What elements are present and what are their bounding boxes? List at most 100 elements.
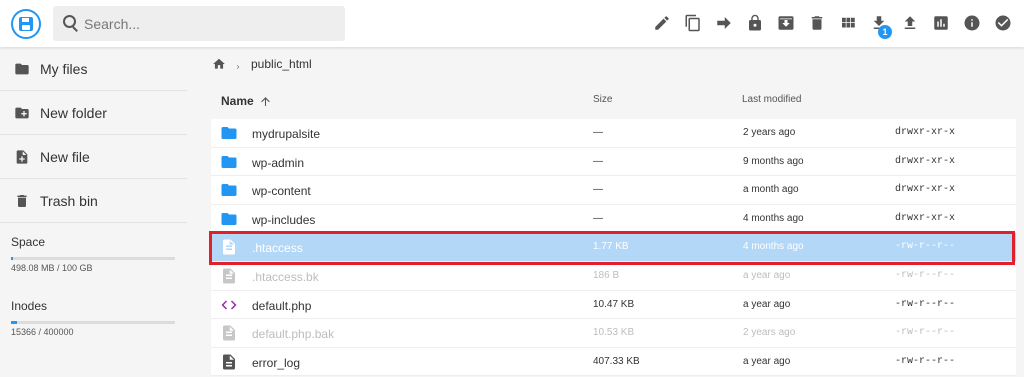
archive-icon[interactable]: [770, 11, 801, 35]
file-size: —: [593, 212, 603, 224]
file-permissions: -rw-r--r--: [895, 298, 956, 310]
inodes-title: Inodes: [11, 299, 48, 313]
file-name: wp-content: [252, 184, 311, 199]
document-icon: [219, 353, 239, 371]
toolbar: 1: [646, 11, 1018, 39]
sidebar-item-new-file[interactable]: New file: [0, 135, 187, 179]
file-size: —: [593, 127, 603, 138]
space-usage: Space 498.08 MB / 100 GB: [0, 223, 187, 287]
sidebar-item-label: My files: [40, 60, 88, 77]
file-list-header: Name Size Last modified: [212, 84, 1016, 118]
file-row[interactable]: wp-admin — 9 months ago drwxr-xr-x: [211, 147, 1016, 177]
sidebar-item-my-files[interactable]: My files: [0, 47, 187, 91]
file-modified: a month ago: [743, 184, 799, 196]
file-permissions: drwxr-xr-x: [895, 155, 956, 167]
breadcrumb: public_html: [212, 55, 312, 73]
file-row[interactable]: wp-includes — 4 months ago drwxr-xr-x: [211, 204, 1016, 234]
file-modified: a year ago: [743, 269, 791, 281]
home-icon[interactable]: [212, 57, 226, 71]
file-icon: [219, 267, 239, 285]
folder-icon: [219, 124, 239, 142]
file-size: —: [593, 184, 603, 196]
folder-icon: [219, 210, 239, 228]
file-name: wp-includes: [252, 212, 316, 227]
file-size: —: [593, 155, 603, 167]
file-permissions: drwxr-xr-x: [895, 184, 956, 196]
file-row[interactable]: error_log 407.33 KB a year ago -rw-r--r--: [211, 347, 1016, 377]
file-row[interactable]: mydrupalsite — 2 years ago drwxr-xr-x: [211, 119, 1016, 148]
space-bar: [11, 257, 175, 260]
upload-icon[interactable]: [894, 11, 925, 35]
info-icon[interactable]: [956, 11, 987, 35]
file-size: 407.33 KB: [593, 355, 640, 367]
file-permissions: -rw-r--r--: [895, 355, 956, 367]
code-icon: [219, 296, 239, 314]
file-name: .htaccess.bk: [252, 269, 319, 284]
delete-icon[interactable]: [801, 11, 832, 35]
breadcrumb-current[interactable]: public_html: [251, 57, 312, 71]
trash-icon: [17, 194, 27, 207]
sidebar-item-label: New file: [40, 148, 90, 165]
file-size: 10.47 KB: [593, 298, 635, 310]
sidebar-item-label: New folder: [40, 104, 107, 121]
space-bar-fill: [11, 257, 14, 260]
app-logo-icon[interactable]: [11, 9, 41, 39]
chevron-right-icon: [234, 60, 242, 69]
file-modified: 4 months ago: [743, 241, 804, 253]
file-size: 10.53 KB: [593, 327, 635, 339]
file-row[interactable]: default.php.bak 10.53 KB 2 years ago -rw-r-…: [211, 319, 1016, 348]
file-row[interactable]: .htaccess 1.77 KB 4 months ago -rw-r--r--: [211, 233, 1016, 262]
download-icon[interactable]: 1: [863, 11, 894, 39]
file-modified: 4 months ago: [743, 212, 804, 224]
file-permissions: drwxr-xr-x: [895, 212, 956, 224]
file-row[interactable]: default.php 10.47 KB a year ago -rw-r--r--: [211, 290, 1016, 320]
file-list: mydrupalsite —2 years ago drwxr-xr-x wp-adm…: [211, 119, 1016, 377]
folder-plus-icon: [15, 107, 29, 118]
file-icon: [219, 238, 239, 256]
file-permissions: -rw-r--r--: [895, 269, 956, 281]
grid-icon[interactable]: [832, 11, 863, 35]
search-icon: [63, 15, 79, 31]
file-row[interactable]: wp-content — a month ago drwxr-xr-x: [211, 176, 1016, 205]
file-name: error_log: [252, 355, 301, 370]
lock-icon[interactable]: [739, 11, 770, 35]
file-row[interactable]: .htaccess.bk 186 B a year ago -rw-r--r--: [211, 261, 1016, 291]
file-modified: a year ago: [743, 355, 791, 367]
file-name: default.php: [252, 298, 312, 313]
move-icon[interactable]: [708, 11, 739, 35]
edit-icon[interactable]: [646, 11, 677, 35]
file-modified: 2 years ago: [743, 127, 796, 138]
file-modified: a year ago: [743, 298, 791, 310]
file-name: mydrupalsite: [252, 127, 321, 141]
file-plus-icon: [16, 149, 28, 164]
file-name: default.php.bak: [252, 327, 335, 342]
column-modified[interactable]: Last modified: [742, 94, 801, 105]
copy-icon[interactable]: [677, 11, 708, 35]
inodes-detail: 15366 / 400000: [11, 327, 74, 337]
folder-icon: [219, 181, 239, 199]
file-name: .htaccess: [252, 241, 303, 256]
file-size: 1.77 KB: [593, 241, 629, 253]
file-size: 186 B: [593, 269, 620, 281]
sidebar-item-new-folder[interactable]: New folder: [0, 91, 187, 135]
column-name[interactable]: Name: [221, 94, 272, 108]
download-count-badge: 1: [878, 25, 892, 39]
column-size[interactable]: Size: [593, 94, 612, 105]
file-permissions: drwxr-xr-x: [895, 127, 956, 138]
folder-icon: [15, 63, 29, 74]
sidebar: My files New folder New file Trash bin S…: [0, 47, 187, 377]
search-input[interactable]: [84, 6, 334, 41]
inodes-bar-fill: [11, 321, 18, 324]
file-name: wp-admin: [252, 155, 305, 170]
file-modified: 9 months ago: [743, 155, 804, 167]
file-modified: 2 years ago: [743, 327, 796, 339]
sidebar-item-label: Trash bin: [40, 192, 98, 209]
search-box[interactable]: [53, 6, 345, 41]
stats-icon[interactable]: [925, 11, 956, 35]
app-header: 1: [0, 0, 1024, 47]
folder-icon: [219, 153, 239, 171]
check-icon[interactable]: [987, 11, 1018, 35]
file-permissions: -rw-r--r--: [895, 327, 956, 339]
space-detail: 498.08 MB / 100 GB: [11, 263, 93, 273]
sidebar-item-trash-bin[interactable]: Trash bin: [0, 179, 187, 223]
